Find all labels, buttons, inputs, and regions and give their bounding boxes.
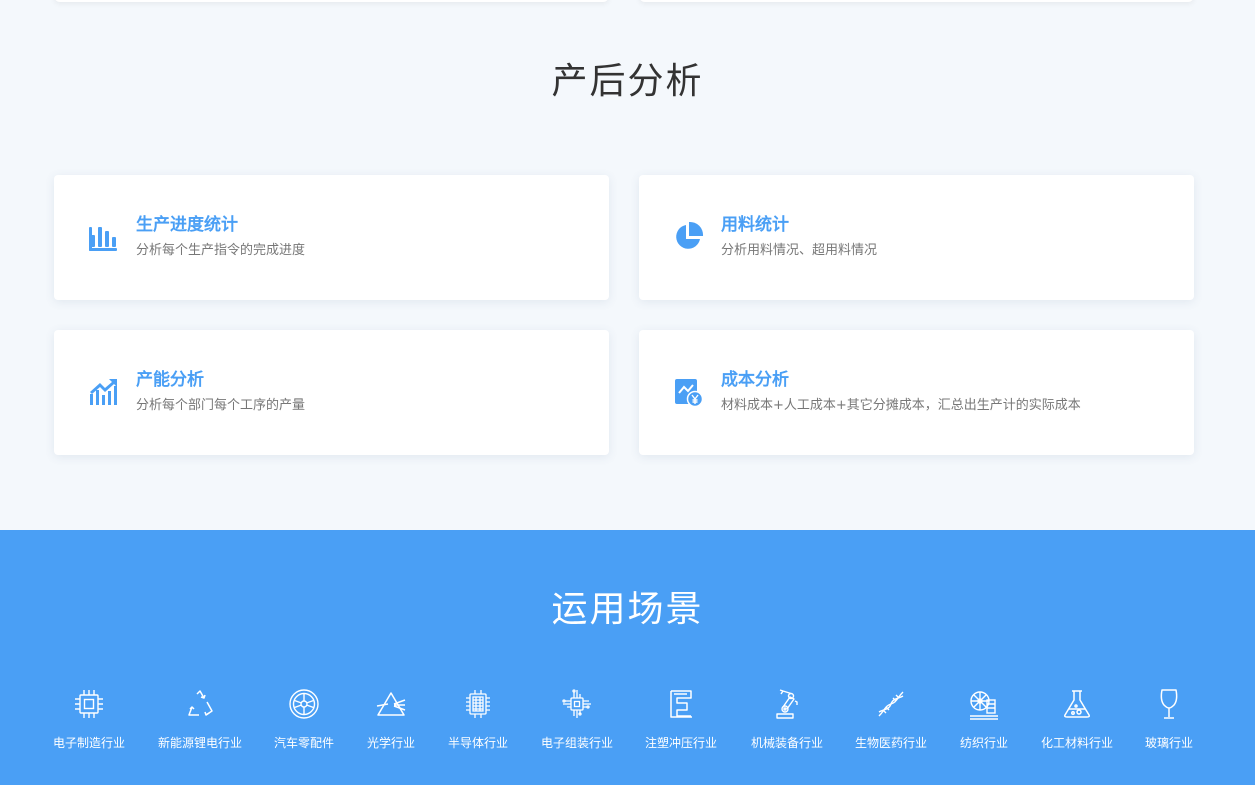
trend-chart-icon [87, 376, 119, 408]
scenario-label: 汽车零配件 [273, 736, 334, 750]
card-title: 用料统计 [721, 215, 789, 235]
stamping-icon [665, 688, 697, 720]
scenario-chemical-materials[interactable]: 化工材料行业 [1032, 688, 1122, 751]
post-analysis-title: 产后分析 [551, 61, 704, 102]
bar-chart-icon [87, 221, 119, 253]
card-cost-analysis[interactable]: 成本分析 材料成本+人工成本+其它分摊成本，汇总出生产计的实际成本 [639, 330, 1194, 455]
recycle-icon [184, 688, 216, 720]
scenario-optics[interactable]: 光学行业 [356, 688, 426, 751]
scenario-label: 新能源锂电行业 [157, 736, 242, 750]
card-title: 产能分析 [136, 370, 204, 390]
scenario-label: 机械装备行业 [750, 736, 823, 750]
card-description: 分析每个生产指令的完成进度 [136, 243, 306, 258]
robot-arm-icon [771, 688, 803, 720]
pie-chart-icon [672, 221, 704, 253]
card-description: 分析每个部门每个工序的产量 [136, 398, 306, 413]
flask-icon [1061, 688, 1093, 720]
card-title: 成本分析 [721, 370, 789, 390]
textile-icon [968, 688, 1000, 720]
scenarios-section: 运用场景 电子制造行业 新能源锂电行业 汽车零配件 光学行业 半导体行业 电子组… [0, 530, 1255, 785]
circuit-board-icon [561, 688, 593, 720]
scenarios-title: 运用场景 [551, 589, 704, 630]
scenario-machinery[interactable]: 机械装备行业 [742, 688, 832, 751]
scenario-new-energy-lithium[interactable]: 新能源锂电行业 [150, 688, 250, 751]
scenario-label: 纺织行业 [959, 736, 1008, 750]
scenario-auto-parts[interactable]: 汽车零配件 [264, 688, 344, 751]
scenario-injection-stamping[interactable]: 注塑冲压行业 [636, 688, 726, 751]
scenario-label: 半导体行业 [447, 736, 508, 750]
wine-glass-icon [1153, 688, 1185, 720]
previous-section-edge [0, 0, 1255, 4]
card-description: 分析用料情况、超用料情况 [721, 243, 878, 258]
card-description: 材料成本+人工成本+其它分摊成本，汇总出生产计的实际成本 [721, 398, 1081, 413]
card-capacity-analysis[interactable]: 产能分析 分析每个部门每个工序的产量 [54, 330, 609, 455]
scenario-semiconductor[interactable]: 半导体行业 [440, 688, 516, 751]
scenario-electronics-assembly[interactable]: 电子组装行业 [532, 688, 622, 751]
cost-report-icon [672, 376, 704, 408]
card-material-usage[interactable]: 用料统计 分析用料情况、超用料情况 [639, 175, 1194, 300]
scenario-label: 玻璃行业 [1144, 736, 1193, 750]
scenario-biopharma[interactable]: 生物医药行业 [846, 688, 936, 751]
scenario-label: 电子制造行业 [52, 736, 125, 750]
card-production-progress[interactable]: 生产进度统计 分析每个生产指令的完成进度 [54, 175, 609, 300]
scenario-label: 化工材料行业 [1040, 736, 1113, 750]
scenario-label: 注塑冲压行业 [644, 736, 717, 750]
scenario-label: 电子组装行业 [540, 736, 613, 750]
scenario-glass[interactable]: 玻璃行业 [1136, 688, 1202, 751]
card-title: 生产进度统计 [136, 215, 238, 235]
prism-icon [375, 688, 407, 720]
wheel-icon [288, 688, 320, 720]
scenario-label: 生物医药行业 [854, 736, 927, 750]
dna-icon [875, 688, 907, 720]
scenario-textile[interactable]: 纺织行业 [950, 688, 1018, 751]
semiconductor-icon [462, 688, 494, 720]
scenario-electronics-manufacturing[interactable]: 电子制造行业 [44, 688, 134, 751]
chip-icon [73, 688, 105, 720]
scenario-label: 光学行业 [366, 736, 415, 750]
